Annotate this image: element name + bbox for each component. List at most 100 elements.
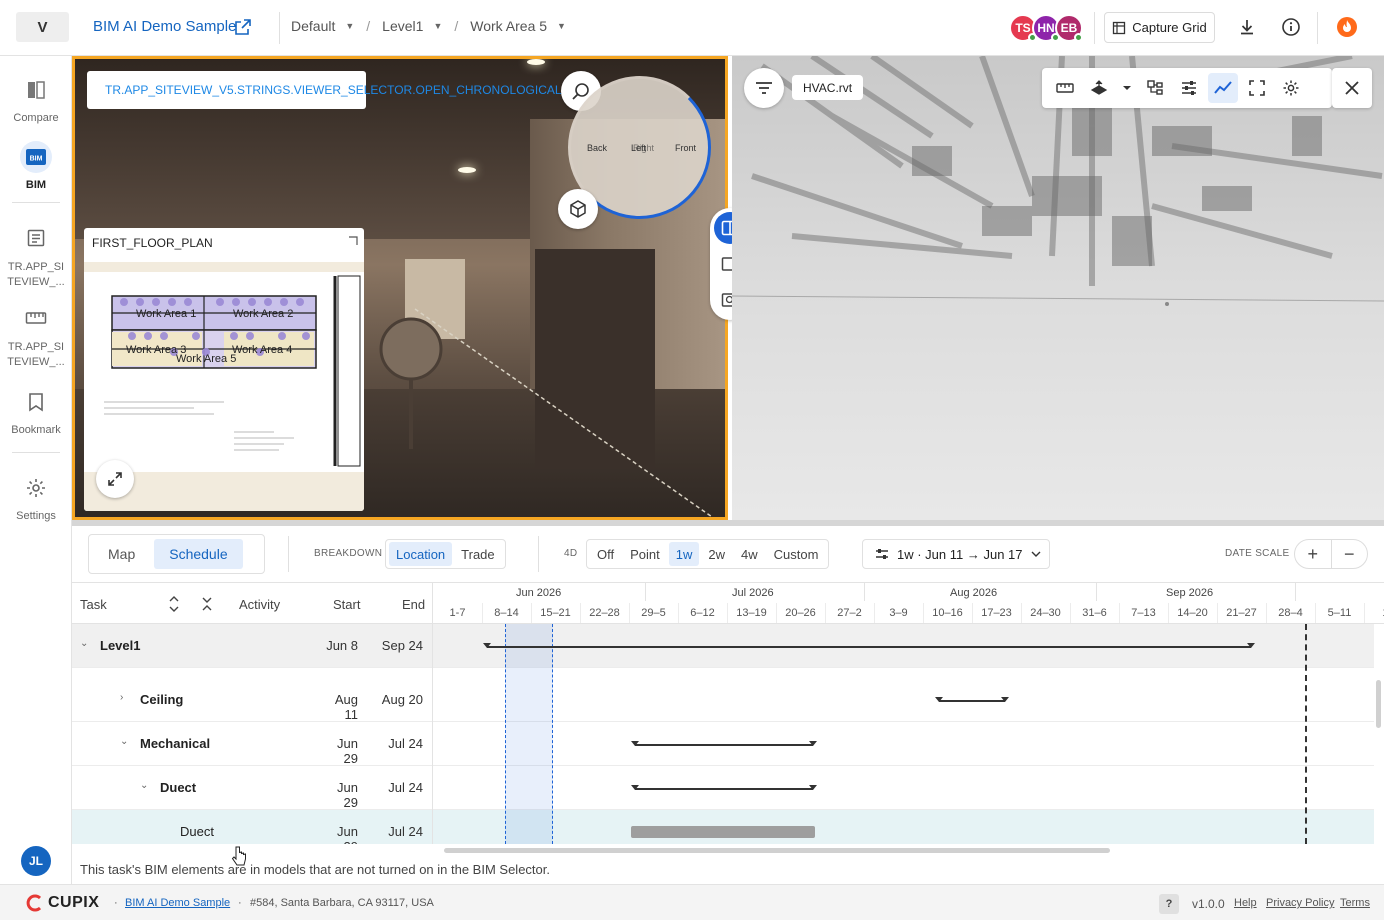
column-end[interactable]: End xyxy=(402,597,425,612)
project-title[interactable]: BIM AI Demo Sample xyxy=(93,18,236,35)
week-label: 13–19 xyxy=(736,607,767,619)
capture-grid-label: Capture Grid xyxy=(1132,20,1207,35)
footer-terms-link[interactable]: Terms xyxy=(1340,897,1370,909)
floorplan-minimap[interactable]: FIRST_FLOOR_PLAN Work Area 1 Work Area 2… xyxy=(84,228,364,511)
mode-point[interactable]: Point xyxy=(623,542,667,566)
mode-4w[interactable]: 4w xyxy=(734,542,765,566)
tab-map[interactable]: Map xyxy=(93,539,150,569)
ruler-icon xyxy=(20,302,52,334)
properties-button[interactable] xyxy=(1174,73,1204,103)
capture-grid-button[interactable]: Capture Grid xyxy=(1104,12,1215,43)
task-name: Duect xyxy=(160,780,197,795)
task-table-header: Task Activity Start End xyxy=(72,582,432,624)
summary-bar[interactable] xyxy=(935,697,1009,702)
week-divider xyxy=(972,603,973,623)
brand-name: CUPIX xyxy=(48,894,100,911)
summary-bar[interactable] xyxy=(631,741,817,746)
caret-down-icon[interactable]: ▼ xyxy=(345,21,354,31)
collapse-corner-icon[interactable] xyxy=(348,236,358,246)
level-dropdown[interactable] xyxy=(1118,73,1136,103)
4d-mode-toggle: Off Point 1w 2w 4w Custom xyxy=(586,539,830,569)
task-bar[interactable] xyxy=(631,826,815,838)
chevron-down-icon[interactable]: ⌄ xyxy=(140,780,148,791)
mode-off[interactable]: Off xyxy=(590,542,621,566)
mode-2w[interactable]: 2w xyxy=(701,542,732,566)
measure-button[interactable] xyxy=(1050,73,1080,103)
footer-project-link[interactable]: BIM AI Demo Sample xyxy=(125,897,230,909)
external-link-icon[interactable] xyxy=(234,18,252,36)
summary-bar[interactable] xyxy=(631,785,817,790)
date-scale-label: DATE SCALE xyxy=(1225,548,1290,559)
breadcrumb-item[interactable]: Level1 xyxy=(382,18,423,34)
vertical-scrollbar[interactable] xyxy=(1376,680,1381,728)
analytics-button[interactable] xyxy=(1208,73,1238,103)
user-avatar[interactable]: JL xyxy=(21,846,51,876)
week-label: 29–5 xyxy=(641,607,666,619)
app-logo-button[interactable]: V xyxy=(16,12,69,42)
week-divider xyxy=(923,603,924,623)
bim-viewer[interactable]: HVAC.rvt xyxy=(732,56,1384,520)
info-icon[interactable] xyxy=(1280,16,1302,38)
ceiling-light xyxy=(527,59,545,65)
flame-icon[interactable] xyxy=(1336,16,1358,38)
week-label: 20–26 xyxy=(785,607,816,619)
gear-icon xyxy=(1283,80,1299,96)
tab-schedule[interactable]: Schedule xyxy=(154,539,243,569)
week-label: 12 xyxy=(1364,607,1384,619)
column-start[interactable]: Start xyxy=(333,597,360,612)
task-end: Aug 20 xyxy=(381,692,423,707)
chronological-view-selector[interactable]: TR.APP_SITEVIEW_V5.STRINGS.VIEWER_SELECT… xyxy=(87,71,562,109)
chevron-down-icon[interactable]: ⌄ xyxy=(120,736,128,747)
rail-item-bim[interactable]: BIM BIM xyxy=(0,141,72,191)
expand-map-button[interactable] xyxy=(96,460,134,498)
breakdown-toggle: Location Trade xyxy=(385,539,506,569)
download-icon[interactable] xyxy=(1236,16,1258,38)
rail-item-measure[interactable]: TR.APP_SI TEVIEW_... xyxy=(0,302,72,370)
breakdown-location[interactable]: Location xyxy=(389,542,453,566)
bim-visibility-message: This task's BIM elements are in models t… xyxy=(80,862,550,877)
rail-item-notes[interactable]: TR.APP_SI TEVIEW_... xyxy=(0,222,72,290)
date-range-selector[interactable]: 1w · Jun 11 → Jun 17 xyxy=(862,539,1050,569)
gantt-chart-area[interactable] xyxy=(432,624,1374,844)
viewer-settings-button[interactable] xyxy=(1276,73,1306,103)
model-filter-button[interactable] xyxy=(744,68,784,108)
close-bim-button[interactable] xyxy=(1332,68,1372,108)
help-button[interactable]: ? xyxy=(1159,894,1179,914)
model-chip[interactable]: HVAC.rvt xyxy=(792,75,864,100)
model-tree-button[interactable] xyxy=(1140,73,1170,103)
zoom-in-button[interactable]: + xyxy=(1295,540,1332,568)
caret-down-icon[interactable]: ▼ xyxy=(433,21,442,31)
footer-help-link[interactable]: Help xyxy=(1234,897,1257,909)
caret-down-icon[interactable]: ▼ xyxy=(557,21,566,31)
horizontal-scrollbar[interactable] xyxy=(444,848,1110,853)
sort-icon[interactable] xyxy=(169,595,179,613)
footer-privacy-link[interactable]: Privacy Policy xyxy=(1266,897,1334,909)
rail-item-settings[interactable]: Settings xyxy=(0,472,72,522)
breakdown-trade[interactable]: Trade xyxy=(454,542,501,566)
breadcrumb-item[interactable]: Default xyxy=(291,18,335,34)
breadcrumb-item[interactable]: Work Area 5 xyxy=(470,18,547,34)
zoom-out-button[interactable]: − xyxy=(1332,540,1368,568)
level-button[interactable] xyxy=(1084,73,1114,103)
mode-1w[interactable]: 1w xyxy=(668,542,700,566)
chevron-right-icon[interactable]: › xyxy=(120,692,123,703)
fullscreen-button[interactable] xyxy=(1242,73,1272,103)
photo-viewer[interactable]: TR.APP_SITEVIEW_V5.STRINGS.VIEWER_SELECT… xyxy=(72,56,728,520)
chevron-down-icon[interactable]: ⌄ xyxy=(80,638,88,649)
avatar[interactable]: EB xyxy=(1055,14,1083,42)
rail-item-compare[interactable]: Compare xyxy=(0,74,72,124)
footer: CUPIX · BIM AI Demo Sample · #584, Santa… xyxy=(0,884,1384,920)
rail-item-bookmark[interactable]: Bookmark xyxy=(0,386,72,436)
mode-custom[interactable]: Custom xyxy=(767,542,826,566)
task-name: Level1 xyxy=(100,638,141,653)
floorplan-title: FIRST_FLOOR_PLAN xyxy=(92,236,213,250)
collapse-all-icon[interactable] xyxy=(202,595,212,613)
collaborator-avatars[interactable]: TS HN EB xyxy=(1009,14,1083,42)
week-divider xyxy=(531,603,532,623)
3d-cube-button[interactable] xyxy=(558,189,598,229)
column-activity[interactable]: Activity xyxy=(239,597,280,612)
summary-bar[interactable] xyxy=(483,643,1255,648)
column-task[interactable]: Task xyxy=(80,597,107,612)
footer-dot: · xyxy=(238,897,242,909)
svg-text:BIM: BIM xyxy=(30,156,43,163)
